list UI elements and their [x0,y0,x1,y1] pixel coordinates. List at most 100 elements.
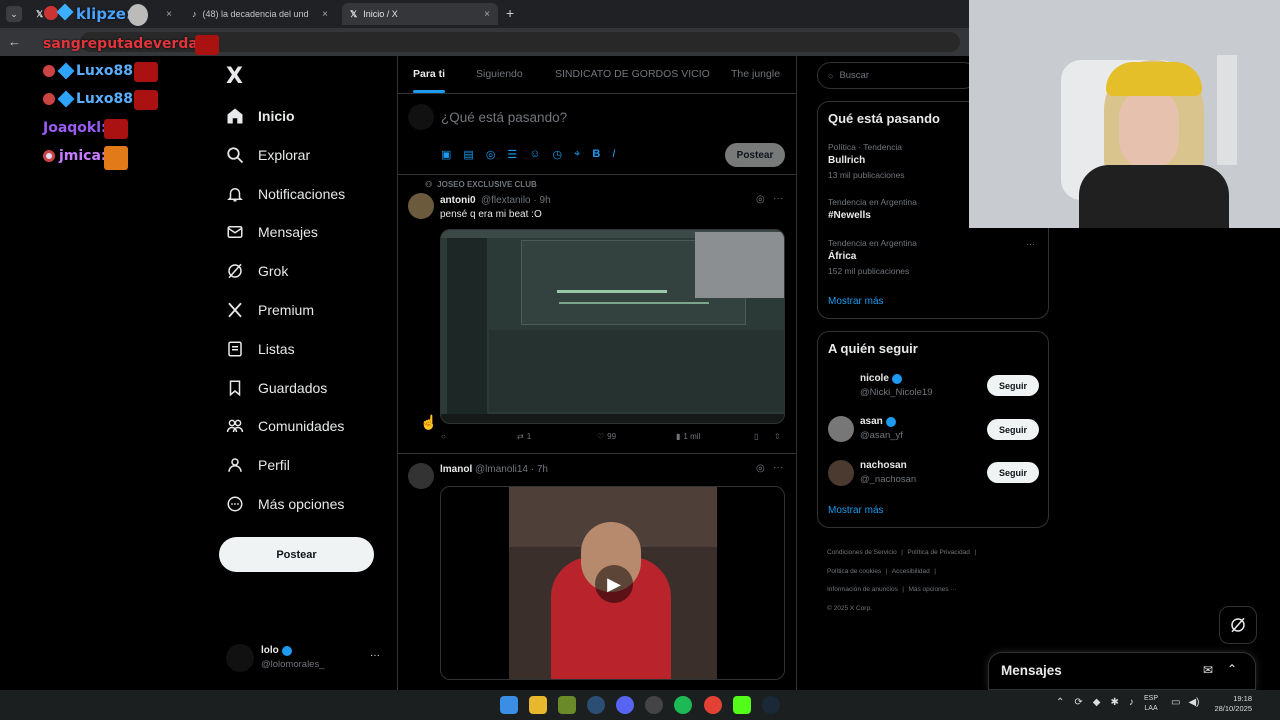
messages-drawer[interactable]: Mensajes ✉ ⌃ [988,652,1256,690]
search-box[interactable]: ○ Buscar [817,62,977,89]
follow-avatar[interactable] [828,372,854,398]
grok-icon[interactable]: ◎ [756,463,765,474]
steam-icon[interactable] [587,696,605,714]
views-button[interactable]: ▮ 1 mil [676,432,700,441]
person-icon [228,458,242,472]
sidebar-item-listas[interactable]: Listas [226,335,295,363]
footer-link[interactable]: Información de anuncios [827,586,898,593]
footer-link[interactable]: Política de Privacidad [907,549,970,556]
post-author-name[interactable]: antoni0 [440,195,476,206]
follow-avatar[interactable] [828,416,854,442]
more-icon[interactable]: ··· [370,650,380,661]
post-media[interactable] [440,229,785,424]
retweet-button[interactable]: ⇄ 1 [517,432,531,441]
app-icon[interactable] [558,696,576,714]
tab-x-home[interactable]: 𝕏 Inicio / X × [342,3,498,25]
follow-avatar[interactable] [828,460,854,486]
account-switcher[interactable]: lolo @lolomorales_ ··· [226,644,386,674]
chat-badge-icon [43,65,55,77]
post-text: pensé q era mi beat :O [440,209,542,220]
chrome-icon[interactable] [704,696,722,714]
tab-para-ti[interactable]: Para ti [413,68,445,80]
reply-button[interactable]: ○ [441,432,446,441]
grok-icon[interactable]: ◎ [486,148,496,161]
footer-link[interactable]: Más opciones ··· [908,586,956,593]
shield-icon[interactable]: ◆ [1093,697,1101,708]
location-icon[interactable]: ⌖ [574,148,580,161]
post-video[interactable]: ▶ [440,486,785,680]
image-icon[interactable]: ▣ [441,148,451,161]
play-icon[interactable]: ▶ [595,565,633,603]
poll-icon[interactable]: ☰ [507,148,517,161]
tab-close-icon[interactable]: × [484,9,490,20]
sidebar-item-mensajes[interactable]: Mensajes [226,218,318,246]
grok-float-button[interactable] [1219,606,1257,644]
sidebar-item-inicio[interactable]: Inicio [226,102,295,130]
sidebar-item-grok[interactable]: Grok [226,257,288,285]
obs-icon[interactable] [645,696,663,714]
sidebar-item-notificaciones[interactable]: Notificaciones [226,180,345,208]
composer-post-button[interactable]: Postear [725,143,785,167]
footer-link[interactable]: Condiciones de Servicio [827,549,897,556]
post-button[interactable]: Postear [219,537,374,572]
steam-icon[interactable] [762,696,780,714]
sidebar-item-comunidades[interactable]: Comunidades [226,412,344,440]
chevron-up-icon[interactable]: ⌃ [1056,697,1064,708]
trend-more-icon[interactable]: ··· [1026,239,1035,249]
chevron-up-icon[interactable]: ⌃ [1227,662,1237,676]
like-button[interactable]: ♡ 99 [597,432,616,441]
trend-item[interactable]: Tendencia en Argentina África 152 mil pu… [828,238,1038,276]
sidebar-item-perfil[interactable]: Perfil [226,451,290,479]
italic-icon[interactable]: I [612,148,615,161]
language-indicator[interactable]: ESP LAA [1144,694,1158,714]
gif-icon[interactable]: ▤ [463,148,473,161]
follow-more-link[interactable]: Mostrar más [828,505,884,516]
x-logo[interactable]: X [226,64,243,89]
windows-start-icon[interactable] [500,696,518,714]
grok-icon[interactable]: ◎ [756,194,765,205]
more-icon[interactable]: ··· [773,462,783,473]
clock[interactable]: 19:18 28/10/2025 [1206,694,1252,714]
post-author-name[interactable]: lmanol [440,464,472,475]
post-author-handle[interactable]: @lmanoli14 · 7h [475,464,548,475]
follow-button[interactable]: Seguir [987,462,1039,483]
schedule-icon[interactable]: ◷ [553,148,563,161]
tab-siguiendo[interactable]: Siguiendo [476,68,523,80]
footer-link[interactable]: Accesibilidad [892,568,930,575]
footer-link[interactable]: Política de cookies [827,568,881,575]
back-arrow-icon[interactable]: ← [8,34,21,49]
tab-the-jungle[interactable]: The jungle [731,68,780,80]
sidebar-item-premium[interactable]: Premium [226,296,314,324]
post-author-handle[interactable]: @flextanilo · 9h [481,195,551,206]
bold-icon[interactable]: B [592,148,600,161]
avatar [226,644,254,672]
tab-label: Inicio / X [363,9,398,19]
tab-sindicato[interactable]: SINDICATO DE GORDOS VICIO [555,68,710,80]
sync-icon[interactable]: ⟳ [1074,697,1082,708]
tab-search-button[interactable]: ⌄ [6,6,22,22]
composer-input[interactable]: ¿Qué está pasando? [441,110,567,125]
follow-button[interactable]: Seguir [987,375,1039,396]
new-tab-button[interactable]: + [506,5,514,21]
file-explorer-icon[interactable] [529,696,547,714]
bookmark-button[interactable]: ▯ [754,432,758,441]
spotify-icon[interactable] [674,696,692,714]
bluetooth-icon[interactable]: ✱ [1110,697,1118,708]
new-message-icon[interactable]: ✉ [1203,663,1213,677]
avatar[interactable] [408,463,434,489]
mic-icon[interactable]: ♪ [1129,697,1134,708]
emoji-icon[interactable]: ☺ [529,148,540,161]
post-context-label: JOSEO EXCLUSIVE CLUB [437,180,537,189]
follow-button[interactable]: Seguir [987,419,1039,440]
sidebar-item-guardados[interactable]: Guardados [226,374,327,402]
avatar[interactable] [408,193,434,219]
trends-more-link[interactable]: Mostrar más [828,296,884,307]
more-icon[interactable]: ··· [773,193,783,204]
kick-icon[interactable] [733,696,751,714]
sidebar-item-mas-opciones[interactable]: Más opciones [226,490,344,518]
tab-close-icon[interactable]: × [322,9,328,20]
system-icons[interactable]: ▭ ◀) [1171,697,1199,708]
sidebar-item-explorar[interactable]: Explorar [226,141,310,169]
share-button[interactable]: ⇧ [774,432,781,441]
discord-icon[interactable] [616,696,634,714]
